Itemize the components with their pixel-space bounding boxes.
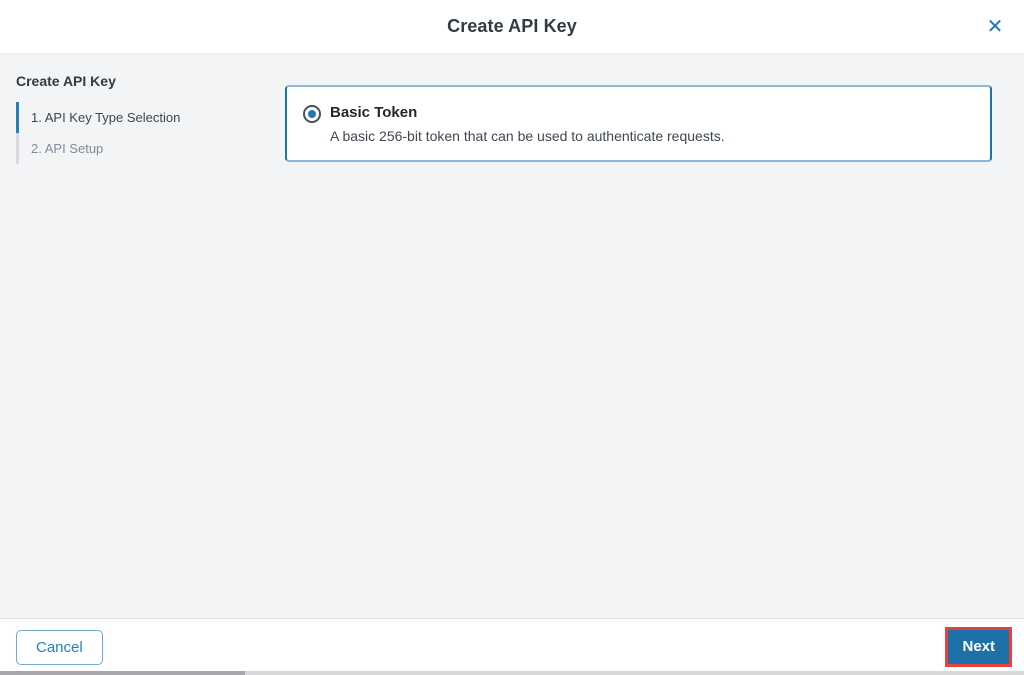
- basic-token-option-card[interactable]: Basic Token A basic 256-bit token that c…: [285, 85, 992, 162]
- wizard-step-api-setup[interactable]: 2. API Setup: [16, 133, 275, 164]
- horizontal-scrollbar[interactable]: [0, 671, 1024, 675]
- wizard-sidebar: Create API Key 1. API Key Type Selection…: [0, 54, 285, 618]
- next-button[interactable]: Next: [948, 630, 1009, 664]
- modal-header: Create API Key ✕: [0, 0, 1024, 54]
- wizard-steps: 1. API Key Type Selection 2. API Setup: [16, 102, 275, 164]
- radio-selected-icon[interactable]: [303, 105, 321, 123]
- wizard-heading: Create API Key: [16, 73, 116, 89]
- wizard-step-api-key-type-selection[interactable]: 1. API Key Type Selection: [16, 102, 275, 133]
- next-button-highlight: Next: [945, 627, 1012, 667]
- option-label: Basic Token: [330, 104, 418, 121]
- modal-body: Create API Key 1. API Key Type Selection…: [0, 54, 1024, 618]
- horizontal-scrollbar-thumb[interactable]: [0, 671, 245, 675]
- option-texts: Basic Token A basic 256-bit token that c…: [330, 104, 974, 144]
- option-description: A basic 256-bit token that can be used t…: [330, 128, 725, 144]
- radio-dot: [308, 110, 316, 118]
- wizard-content: Basic Token A basic 256-bit token that c…: [285, 54, 1024, 618]
- create-api-key-modal: Create API Key ✕ Create API Key 1. API K…: [0, 0, 1024, 675]
- modal-title: Create API Key: [447, 16, 577, 36]
- modal-footer: Cancel Next: [0, 618, 1024, 675]
- cancel-button[interactable]: Cancel: [16, 629, 103, 665]
- close-icon[interactable]: ✕: [980, 12, 1010, 42]
